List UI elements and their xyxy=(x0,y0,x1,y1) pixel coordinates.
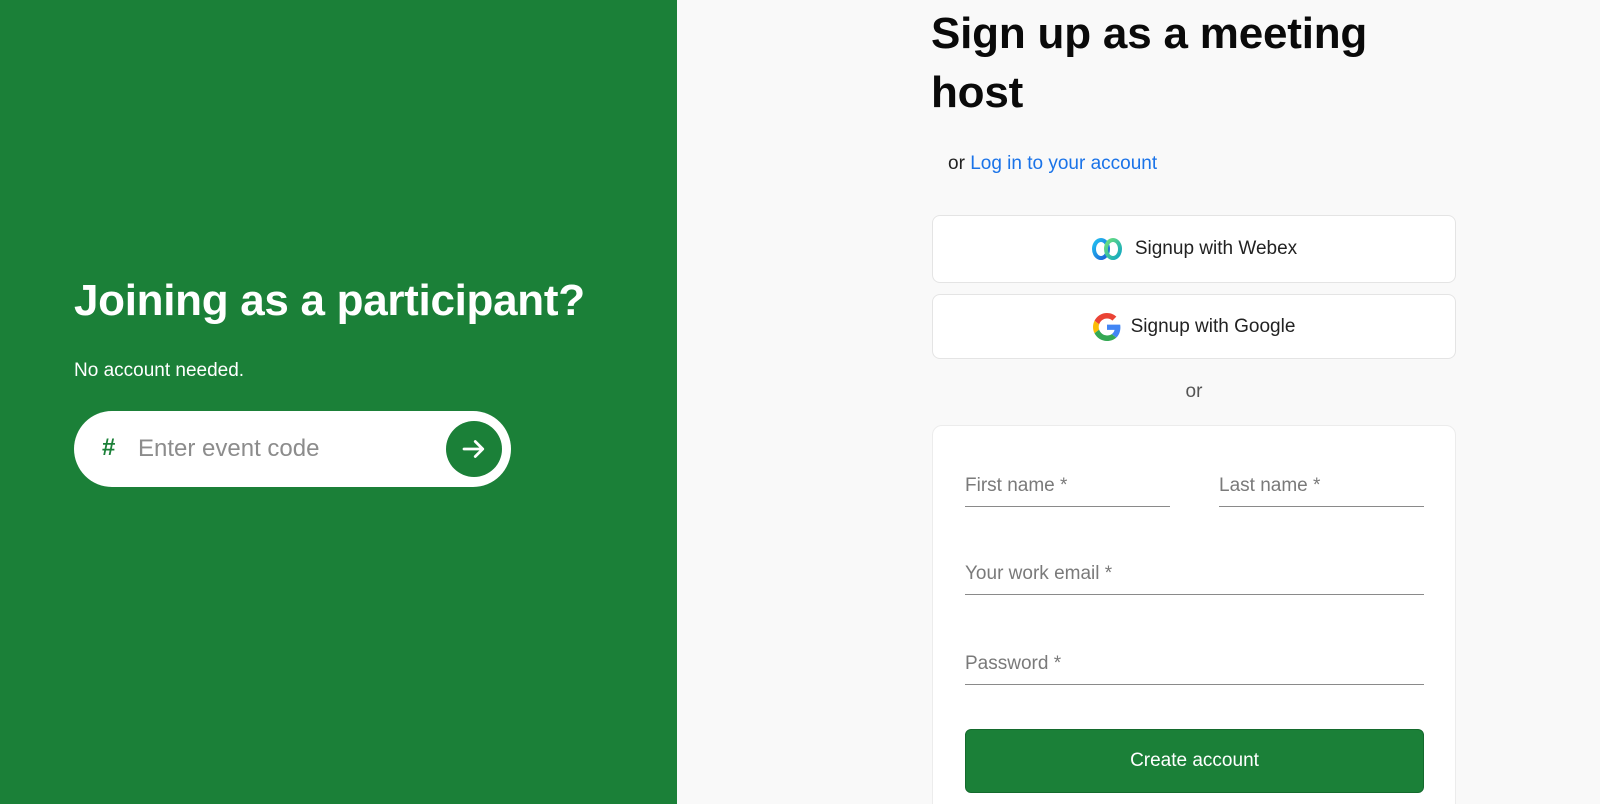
event-code-form: # xyxy=(74,411,511,487)
hash-icon: # xyxy=(102,434,116,461)
last-name-input[interactable] xyxy=(1219,471,1424,507)
participant-title: Joining as a participant? xyxy=(74,276,585,325)
signup-webex-label: Signup with Webex xyxy=(1134,238,1298,259)
signup-form: Create account xyxy=(932,425,1456,804)
webex-logo-icon xyxy=(1091,238,1122,260)
first-name-input[interactable] xyxy=(965,471,1170,507)
arrow-right-icon xyxy=(462,440,485,458)
signup-google-button[interactable]: Signup with Google xyxy=(932,294,1456,359)
signup-webex-button[interactable]: Signup with Webex xyxy=(932,215,1456,283)
create-account-button[interactable]: Create account xyxy=(965,729,1424,793)
participant-subtitle: No account needed. xyxy=(74,360,245,381)
password-input[interactable] xyxy=(965,649,1424,685)
login-prompt: or Log in to your account xyxy=(948,153,1157,175)
or-separator: or xyxy=(1185,381,1203,402)
login-link[interactable]: Log in to your account xyxy=(970,153,1157,174)
login-prefix: or xyxy=(948,153,965,174)
signup-google-label: Signup with Google xyxy=(1130,315,1296,337)
join-event-button[interactable] xyxy=(446,421,502,477)
google-logo-icon xyxy=(1092,312,1121,341)
event-code-input[interactable] xyxy=(138,429,428,469)
host-signup-title: Sign up as a meeting host xyxy=(931,9,1368,117)
participant-panel: Joining as a participant? No account nee… xyxy=(0,0,677,804)
work-email-input[interactable] xyxy=(965,559,1424,595)
